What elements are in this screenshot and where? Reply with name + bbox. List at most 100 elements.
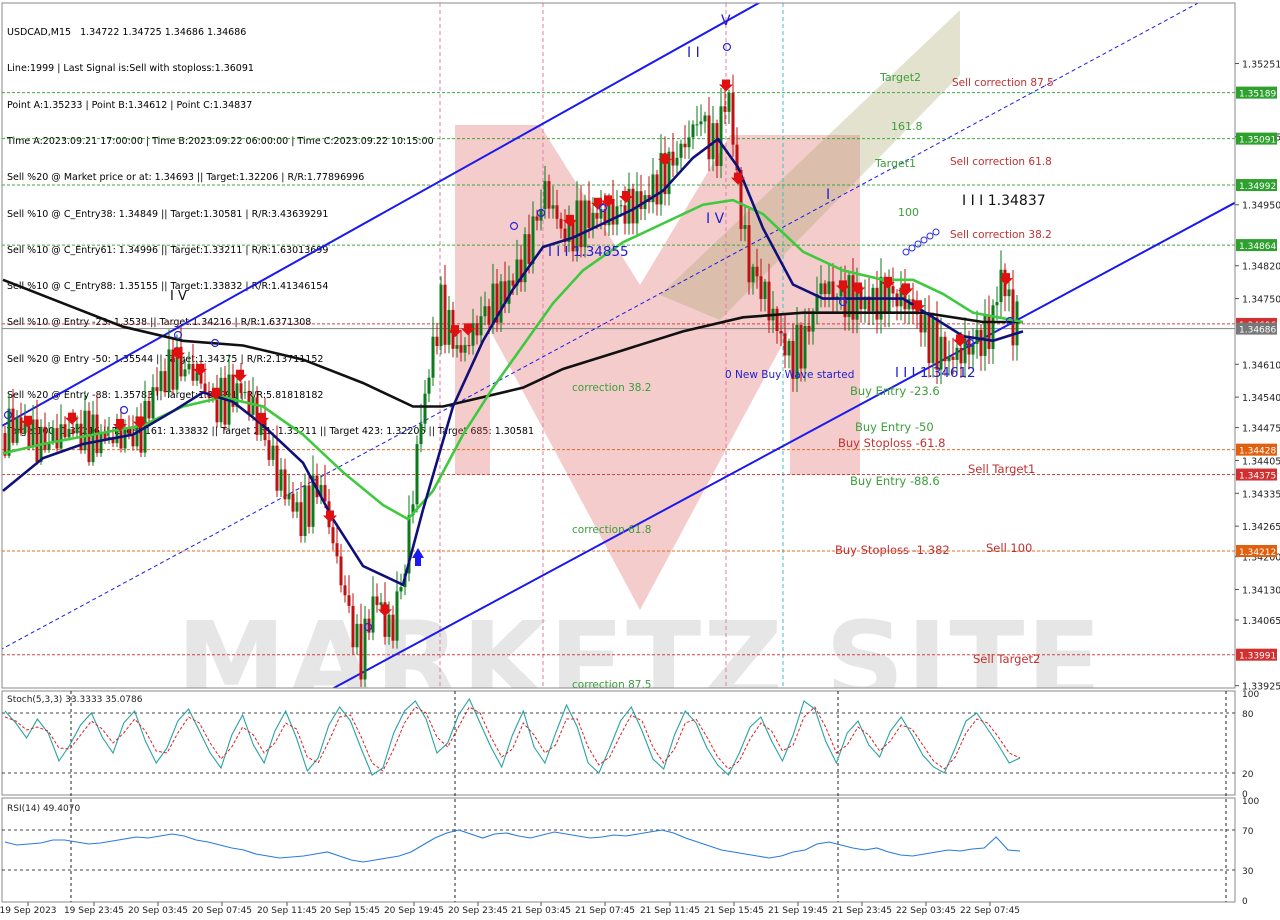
time-label: 21 Sep 15:45 bbox=[704, 906, 764, 916]
candle-body bbox=[335, 543, 339, 557]
price-tick-label: 1.34475 bbox=[1242, 424, 1280, 435]
candle-body bbox=[807, 326, 811, 332]
candle-body bbox=[687, 137, 691, 148]
price-tick-label: 1.34540 bbox=[1242, 393, 1280, 404]
candle-body bbox=[955, 347, 959, 360]
candle-body bbox=[19, 417, 23, 434]
price-marker-label: 1.33991 bbox=[1239, 652, 1276, 662]
candle-body bbox=[943, 336, 947, 362]
candle-body bbox=[191, 363, 195, 381]
signal-circle bbox=[920, 236, 928, 244]
signal-circle bbox=[902, 248, 910, 256]
price-tick-label: 1.34750 bbox=[1242, 295, 1280, 306]
candle-body bbox=[343, 585, 347, 596]
candle-body bbox=[691, 124, 695, 138]
time-label: 20 Sep 15:45 bbox=[320, 906, 380, 916]
candle-body bbox=[291, 493, 295, 512]
candle-body bbox=[803, 326, 807, 369]
candle-body bbox=[723, 106, 727, 112]
candle-body bbox=[123, 428, 127, 449]
candle-body bbox=[727, 92, 731, 112]
candle-body bbox=[579, 200, 583, 248]
chart-annotation: correction 38.2 bbox=[572, 382, 651, 394]
time-label: 21 Sep 07:45 bbox=[575, 906, 635, 916]
candle-body bbox=[823, 283, 827, 295]
chart-annotation: I V bbox=[706, 211, 725, 227]
candle-body bbox=[779, 331, 783, 334]
chart-annotation: Buy Stoploss -1.382 bbox=[835, 543, 950, 557]
chart-annotation: Sell correction 87.5 bbox=[952, 77, 1054, 89]
candle-body bbox=[275, 445, 279, 491]
rsi-label: RSI(14) 49.4070 bbox=[7, 804, 80, 814]
chart-annotation: Target2 bbox=[879, 71, 921, 84]
chart-annotation: Sell Target2 bbox=[973, 652, 1040, 666]
candle-body bbox=[587, 200, 591, 228]
candle-body bbox=[151, 387, 155, 419]
stoch-tick-label: 80 bbox=[1242, 710, 1254, 720]
candle-body bbox=[671, 151, 675, 166]
candle-body bbox=[979, 329, 983, 356]
price-marker-label: 1.34212 bbox=[1239, 548, 1276, 558]
candle-body bbox=[683, 143, 687, 148]
candle-body bbox=[535, 216, 539, 221]
candle-body bbox=[67, 428, 71, 438]
chart-annotation: I I I 1.34612 bbox=[895, 365, 976, 381]
candle-body bbox=[287, 493, 291, 500]
candle-body bbox=[35, 419, 39, 462]
candle-body bbox=[387, 614, 391, 637]
candle-body bbox=[759, 276, 763, 299]
candle-body bbox=[423, 393, 427, 424]
chart-annotation: Buy Stoploss -61.8 bbox=[838, 436, 945, 450]
time-label: 20 Sep 03:45 bbox=[128, 906, 188, 916]
time-label: 21 Sep 03:45 bbox=[511, 906, 571, 916]
time-label: 19 Sep 23:45 bbox=[64, 906, 124, 916]
candle-body bbox=[1015, 301, 1019, 346]
candle-body bbox=[499, 281, 503, 323]
price-tick-label: 1.34130 bbox=[1242, 585, 1280, 596]
chart-annotation: Sell Target1 bbox=[968, 462, 1035, 476]
candle-body bbox=[539, 208, 543, 221]
price-tick-label: 1.34610 bbox=[1242, 360, 1280, 371]
rsi-tick-label: 70 bbox=[1242, 827, 1254, 837]
rsi-tick-label: 30 bbox=[1242, 867, 1254, 877]
candle-body bbox=[239, 383, 243, 394]
candle-body bbox=[219, 377, 223, 423]
candle-body bbox=[703, 115, 707, 122]
time-label: 21 Sep 11:45 bbox=[640, 906, 700, 916]
price-marker-label: 1.34686 bbox=[1239, 326, 1276, 336]
candle-body bbox=[167, 349, 171, 393]
candle-body bbox=[75, 423, 79, 434]
chart-annotation: correction 87.5 bbox=[572, 679, 651, 691]
candle-body bbox=[819, 283, 823, 295]
candle-body bbox=[775, 308, 779, 332]
signal-circle bbox=[173, 330, 183, 340]
chart-annotation: 100 bbox=[898, 206, 919, 219]
rsi-line bbox=[4, 829, 1021, 863]
candle-body bbox=[243, 391, 247, 394]
candle-body bbox=[931, 317, 935, 364]
candle-body bbox=[751, 266, 755, 283]
candle-body bbox=[747, 225, 751, 283]
candle-body bbox=[743, 225, 747, 229]
candle-body bbox=[375, 596, 379, 606]
signal-circle bbox=[932, 228, 940, 236]
candle-body bbox=[183, 369, 187, 377]
candle-body bbox=[763, 281, 767, 299]
time-label: 21 Sep 19:45 bbox=[768, 906, 828, 916]
candle-body bbox=[475, 323, 479, 336]
candle-body bbox=[755, 266, 759, 277]
candle-body bbox=[307, 485, 311, 527]
chart-annotation: 161.8 bbox=[891, 120, 923, 133]
price-tick-label: 1.34820 bbox=[1242, 262, 1280, 273]
candle-body bbox=[951, 356, 955, 360]
time-label: 21 Sep 23:45 bbox=[832, 906, 892, 916]
candle-body bbox=[187, 363, 191, 370]
candle-body bbox=[355, 623, 359, 648]
candle-body bbox=[655, 174, 659, 205]
price-chart[interactable]: MARKETZ SITE Target2 161.8 Target1 100 Sell c… bbox=[0, 0, 1280, 920]
candle-body bbox=[351, 605, 355, 648]
candle-body bbox=[543, 181, 547, 209]
candle-body bbox=[159, 371, 163, 392]
candle-body bbox=[927, 314, 931, 364]
candle-body bbox=[359, 623, 363, 680]
